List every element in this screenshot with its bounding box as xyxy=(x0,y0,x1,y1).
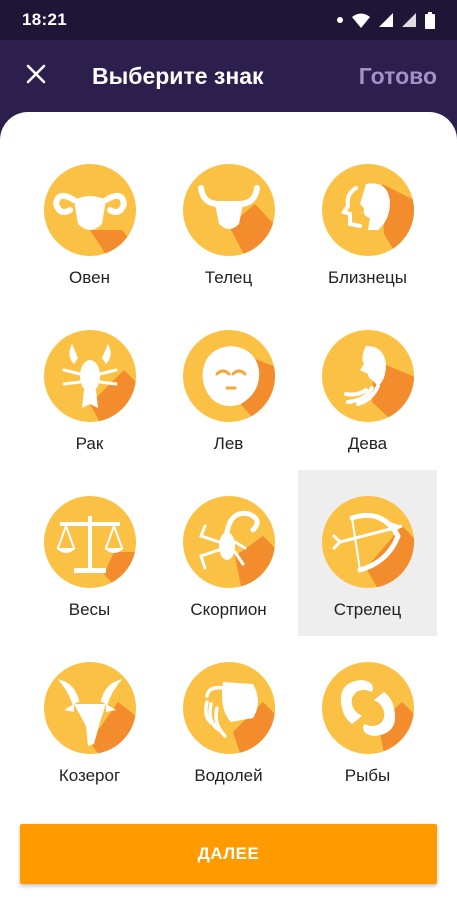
sign-label: Овен xyxy=(69,268,110,287)
sign-cell-pisces[interactable]: Рыбы xyxy=(298,640,437,806)
next-button-label: ДАЛЕЕ xyxy=(197,844,260,863)
sign-label: Водолей xyxy=(194,766,263,785)
sign-label: Козерог xyxy=(58,766,121,785)
status-bar: 18:21 xyxy=(0,0,457,40)
status-icons xyxy=(337,11,435,29)
sign-label: Телец xyxy=(204,268,253,287)
sign-cell-sagittarius[interactable]: Стрелец xyxy=(298,470,437,636)
cancer-icon xyxy=(44,330,136,422)
leo-icon xyxy=(183,330,275,422)
sign-label: Рыбы xyxy=(344,766,391,785)
sign-label: Лев xyxy=(213,434,244,453)
sign-label: Близнецы xyxy=(328,268,407,287)
done-button[interactable]: Готово xyxy=(359,40,437,112)
sign-label: Рак xyxy=(75,434,104,453)
notification-dot-icon xyxy=(337,17,343,23)
close-button[interactable] xyxy=(14,54,58,98)
signal-icon xyxy=(379,13,393,27)
sign-label: Скорпион xyxy=(190,600,267,619)
sagittarius-icon xyxy=(322,496,414,588)
wifi-icon xyxy=(352,13,370,28)
virgo-icon xyxy=(322,330,414,422)
close-icon xyxy=(26,64,46,89)
status-time: 18:21 xyxy=(22,10,67,29)
sign-cell-cancer[interactable]: Рак xyxy=(20,308,159,474)
sign-label: Дева xyxy=(347,434,388,453)
app-bar: Выберите знак Готово xyxy=(0,40,457,112)
gemini-icon xyxy=(322,164,414,256)
sign-cell-aries[interactable]: Овен xyxy=(20,142,159,308)
page-title: Выберите знак xyxy=(92,63,264,89)
signal-icon-secondary xyxy=(402,13,416,27)
battery-icon xyxy=(425,11,435,29)
capricorn-icon xyxy=(44,662,136,754)
sign-label: Весы xyxy=(68,600,111,619)
scorpio-icon xyxy=(183,496,275,588)
libra-icon xyxy=(44,496,136,588)
sign-cell-virgo[interactable]: Дева xyxy=(298,308,437,474)
sign-cell-aquarius[interactable]: Водолей xyxy=(159,640,298,806)
zodiac-sheet: Овен Телец Близнецы Рак Лев Дева Весы Ск… xyxy=(0,112,457,900)
zodiac-grid: Овен Телец Близнецы Рак Лев Дева Весы Ск… xyxy=(0,112,457,812)
pisces-icon xyxy=(322,662,414,754)
sign-cell-scorpio[interactable]: Скорпион xyxy=(159,474,298,640)
aries-icon xyxy=(44,164,136,256)
sign-label: Стрелец xyxy=(333,600,402,619)
aquarius-icon xyxy=(183,662,275,754)
taurus-icon xyxy=(183,164,275,256)
sign-cell-leo[interactable]: Лев xyxy=(159,308,298,474)
sign-cell-taurus[interactable]: Телец xyxy=(159,142,298,308)
next-button[interactable]: ДАЛЕЕ xyxy=(20,824,437,884)
sign-cell-libra[interactable]: Весы xyxy=(20,474,159,640)
sign-cell-capricorn[interactable]: Козерог xyxy=(20,640,159,806)
sign-cell-gemini[interactable]: Близнецы xyxy=(298,142,437,308)
